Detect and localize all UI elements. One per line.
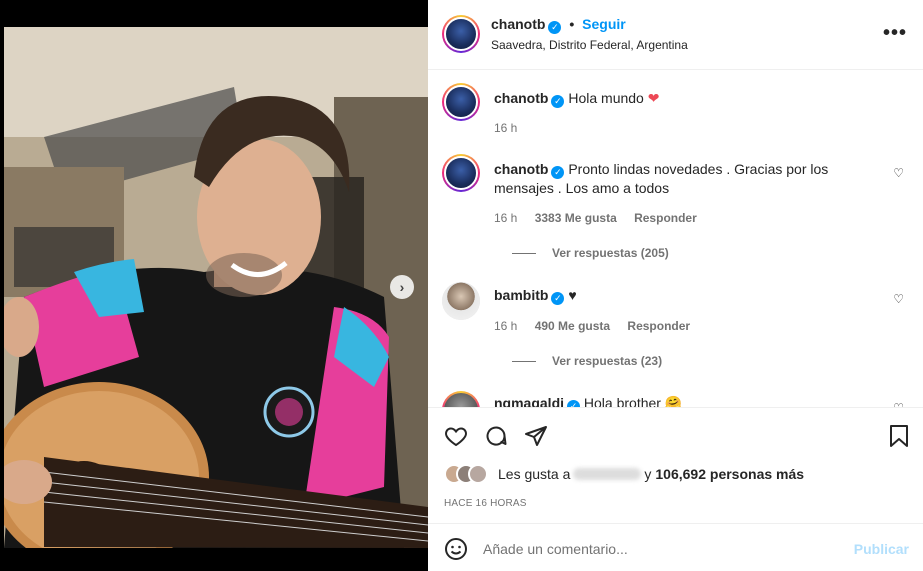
comment-item: chanotb ✓ Hola mundo ❤ 16 h (442, 83, 912, 135)
comment-time[interactable]: 16 h (494, 211, 517, 225)
reply-button[interactable]: Responder (634, 211, 697, 225)
post-media: › (0, 0, 428, 571)
comment-meta: 16 h (494, 121, 531, 135)
post-actions: Les gusta a y 106,692 personas más HACE … (428, 407, 923, 523)
separator-dot: • (569, 16, 575, 32)
author-avatar[interactable] (442, 15, 480, 53)
comment-item: chanotb ✓ Pronto lindas novedades . Graci… (442, 154, 912, 264)
comment-meta: 16 h 3383 Me gusta Responder (494, 211, 711, 225)
verified-badge-icon: ✓ (551, 292, 565, 305)
paper-plane-icon (525, 426, 547, 446)
comment-time[interactable]: 16 h (494, 319, 517, 333)
reply-button[interactable]: Responder (627, 319, 690, 333)
chevron-right-icon: › (399, 279, 405, 295)
comment-text: ♥ (568, 287, 577, 303)
publish-button[interactable]: Publicar (854, 541, 909, 557)
post-header: chanotb ✓ • Seguir Saavedra, Distrito Fed… (428, 0, 923, 70)
commenter-avatar[interactable] (442, 83, 480, 121)
comment-likes[interactable]: 3383 Me gusta (535, 211, 617, 225)
red-heart-emoji: ❤ (647, 90, 660, 106)
view-replies-button[interactable]: Ver respuestas (205) (512, 246, 669, 260)
likes-count[interactable]: 106,692 personas más (655, 466, 804, 482)
author-username[interactable]: chanotb (491, 16, 545, 32)
comment-likes[interactable]: 490 Me gusta (535, 319, 610, 333)
emoji-button[interactable] (444, 537, 468, 564)
commenter-username[interactable]: ngmagaldi (494, 395, 564, 407)
comment-body: chanotb ✓ Hola mundo ❤ (494, 89, 889, 108)
like-comment-heart-icon[interactable]: ♡ (893, 292, 904, 306)
post-location[interactable]: Saavedra, Distrito Federal, Argentina (491, 38, 688, 52)
share-button[interactable] (524, 424, 548, 451)
comments-list: chanotb ✓ Hola mundo ❤ 16 h chanotb ✓ Pron… (428, 71, 923, 407)
bookmark-icon (890, 425, 908, 447)
comment-body: chanotb ✓ Pronto lindas novedades . Graci… (494, 160, 889, 197)
post-timestamp[interactable]: HACE 16 HORAS (444, 498, 527, 509)
add-comment-bar: Añade un comentario... Publicar (428, 523, 923, 571)
view-replies-label: Ver respuestas (23) (552, 354, 663, 368)
commenter-avatar[interactable] (442, 391, 480, 407)
verified-badge-icon: ✓ (551, 95, 565, 108)
likes-summary: Les gusta a y 106,692 personas más (444, 464, 804, 484)
comment-text: Hola mundo (568, 90, 644, 106)
likes-connector: y (644, 466, 652, 482)
instagram-post-view: › chanotb ✓ • Seguir Saavedra, Distrito F… (0, 0, 923, 571)
comment-text: Hola brother 🤗 (583, 395, 683, 407)
comment-input[interactable]: Añade un comentario... (483, 541, 628, 557)
replies-divider (512, 253, 536, 255)
blurred-username[interactable] (573, 468, 642, 480)
comment-button[interactable] (484, 424, 508, 451)
commenter-username[interactable]: bambitb (494, 287, 548, 303)
post-details-panel: chanotb ✓ • Seguir Saavedra, Distrito Fed… (428, 0, 923, 571)
comment-item: bambitb ✓ ♥ ♡ 16 h 490 Me gusta Responder… (442, 282, 912, 382)
comment-time[interactable]: 16 h (494, 121, 517, 135)
author-line: chanotb ✓ • Seguir (491, 16, 626, 34)
likes-prefix: Les gusta a (498, 466, 571, 482)
comment-body: ngmagaldi ✓ Hola brother 🤗 (494, 394, 889, 407)
commenter-avatar[interactable] (442, 154, 480, 192)
replies-divider (512, 361, 536, 363)
save-button[interactable] (889, 424, 909, 451)
commenter-username[interactable]: chanotb (494, 90, 548, 106)
more-options-icon[interactable]: ••• (883, 22, 907, 45)
verified-badge-icon: ✓ (548, 21, 562, 34)
next-photo-button[interactable]: › (390, 275, 414, 299)
like-comment-heart-icon[interactable]: ♡ (893, 166, 904, 180)
verified-badge-icon: ✓ (551, 166, 565, 179)
heart-icon (445, 427, 467, 447)
comment-item: ngmagaldi✓ Hola brother 🤗 ♡ (442, 389, 912, 407)
photo-illustration (4, 27, 428, 548)
follow-button[interactable]: Seguir (582, 16, 626, 32)
comment-meta: 16 h 490 Me gusta Responder (494, 319, 704, 333)
smiley-icon (445, 538, 467, 560)
comment-body: bambitb ✓ ♥ (494, 286, 889, 305)
post-photo[interactable] (4, 27, 428, 548)
commenter-avatar[interactable] (442, 282, 480, 320)
like-button[interactable] (444, 424, 468, 451)
liker-avatar (468, 464, 488, 484)
view-replies-label: Ver respuestas (205) (552, 246, 669, 260)
commenter-username[interactable]: chanotb (494, 161, 548, 177)
comment-bubble-icon (486, 426, 507, 446)
verified-badge-icon: ✓ (567, 400, 581, 407)
view-replies-button[interactable]: Ver respuestas (23) (512, 354, 662, 368)
